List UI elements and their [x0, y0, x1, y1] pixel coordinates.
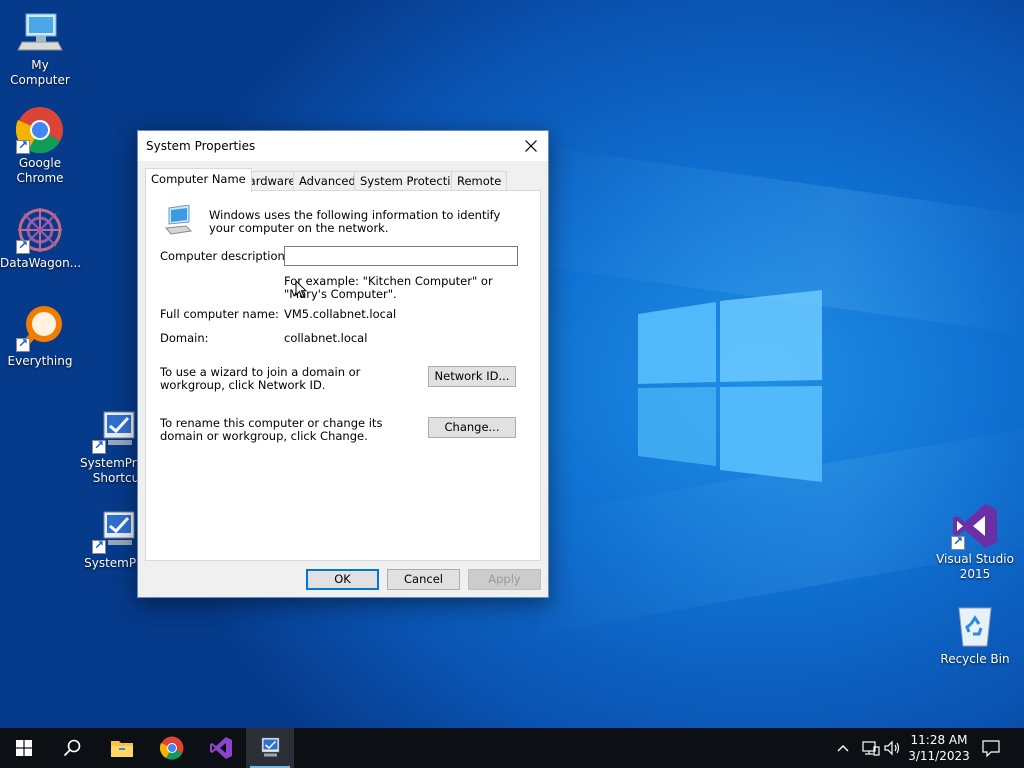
dialog-titlebar[interactable]: System Properties: [138, 131, 548, 161]
visual-studio-icon: [951, 502, 999, 550]
shortcut-arrow-icon: [92, 438, 106, 454]
full-computer-name-value: VM5.collabnet.local: [284, 307, 397, 321]
desktop-icon-visual-studio-2015[interactable]: Visual Studio 2015: [935, 502, 1015, 582]
mouse-cursor-icon: [295, 280, 307, 299]
cancel-button[interactable]: Cancel: [387, 569, 460, 590]
desktop-icon-label: My Computer: [10, 58, 70, 87]
change-button[interactable]: Change...: [428, 417, 516, 438]
ok-button[interactable]: OK: [306, 569, 379, 590]
shortcut-arrow-icon: [92, 538, 106, 554]
close-button[interactable]: [514, 131, 548, 161]
system-properties-icon: [92, 506, 140, 554]
start-button[interactable]: [0, 728, 48, 768]
desktop-icon-label: Everything: [7, 354, 73, 368]
visual-studio-icon: [210, 737, 232, 759]
change-help-text: To rename this computer or change its do…: [160, 416, 383, 443]
system-properties-icon: [261, 737, 280, 757]
recycle-bin-icon: [951, 602, 999, 650]
shortcut-arrow-icon: [16, 138, 30, 154]
apply-button[interactable]: Apply: [468, 569, 541, 590]
network-icon[interactable]: [862, 739, 880, 757]
desktop-icon-label: DataWagon...: [0, 256, 82, 270]
file-explorer-icon: [111, 741, 133, 757]
desktop-icon-label: Google Chrome: [16, 156, 64, 185]
chrome-icon: [160, 736, 184, 760]
datawagon-icon: [16, 206, 64, 254]
network-id-help-text: To use a wizard to join a domain or work…: [160, 365, 361, 392]
chevron-up-icon[interactable]: [836, 739, 850, 757]
taskbar: 11:28 AM 3/11/2023: [0, 728, 1024, 768]
computer-name-panel: Windows uses the following information t…: [145, 190, 541, 561]
clock-time: 11:28 AM: [910, 733, 968, 747]
tab-remote[interactable]: Remote: [451, 171, 508, 191]
domain-value: collabnet.local: [284, 331, 368, 345]
system-properties-dialog: System Properties Computer Name Hardware…: [137, 130, 549, 598]
taskbar-visual-studio[interactable]: [197, 728, 245, 768]
volume-icon[interactable]: [884, 739, 902, 757]
desktop-icon-label: Visual Studio 2015: [936, 552, 1014, 581]
tab-computer-name[interactable]: Computer Name: [145, 168, 252, 192]
full-computer-name-label: Full computer name:: [160, 307, 279, 321]
desktop-icon-datawagon[interactable]: DataWagon...: [0, 206, 82, 271]
computer-description-label: Computer description:: [160, 249, 289, 263]
computer-icon: [16, 8, 64, 56]
clock-date: 3/11/2023: [908, 749, 970, 763]
chrome-icon: [15, 106, 64, 154]
desktop-icon-everything[interactable]: Everything: [0, 304, 80, 369]
notification-center-icon[interactable]: [982, 739, 1000, 757]
close-icon: [525, 140, 537, 152]
dialog-title: System Properties: [146, 139, 256, 153]
shortcut-arrow-icon: [16, 336, 30, 352]
desktop-icon-recycle-bin[interactable]: Recycle Bin: [935, 602, 1015, 667]
taskbar-clock[interactable]: 11:28 AM 3/11/2023: [908, 732, 970, 764]
taskbar-system-properties[interactable]: [246, 728, 294, 768]
desktop-icon-google-chrome[interactable]: Google Chrome: [0, 106, 80, 186]
magnifier-icon: [16, 304, 64, 352]
start-icon: [16, 740, 32, 756]
shortcut-arrow-icon: [951, 534, 965, 550]
search-icon: [63, 739, 81, 757]
desktop-icon-my-computer[interactable]: My Computer: [0, 8, 80, 88]
domain-label: Domain:: [160, 331, 209, 345]
network-computer-icon: [165, 205, 192, 235]
windows-logo-wallpaper: [638, 290, 822, 482]
tab-advanced[interactable]: Advanced: [293, 171, 362, 191]
search-button[interactable]: [48, 728, 96, 768]
computer-description-input[interactable]: [284, 246, 518, 266]
shortcut-arrow-icon: [16, 238, 30, 254]
taskbar-file-explorer[interactable]: [98, 728, 146, 768]
desktop-icon-label: Recycle Bin: [940, 652, 1010, 666]
network-id-button[interactable]: Network ID...: [428, 366, 516, 387]
system-properties-icon: [92, 406, 140, 454]
description-example-text: For example: "Kitchen Computer" or "Mary…: [284, 274, 493, 301]
intro-text: Windows uses the following information t…: [209, 208, 501, 235]
taskbar-chrome[interactable]: [148, 728, 196, 768]
